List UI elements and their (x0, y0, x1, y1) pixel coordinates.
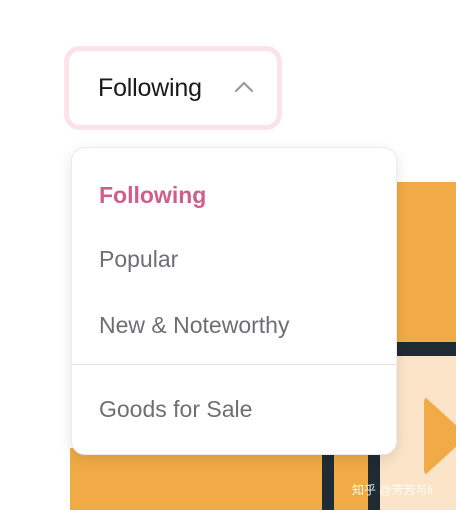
chevron-up-icon (234, 81, 254, 93)
page: Following Following Popular New & Notewo… (0, 0, 456, 510)
feed-dropdown-trigger[interactable]: Following (64, 46, 282, 130)
menu-item-goods-for-sale[interactable]: Goods for Sale (99, 396, 252, 423)
background-artwork-orange-block (396, 182, 456, 342)
play-icon (424, 396, 456, 476)
background-artwork-orange-gap (334, 448, 368, 510)
menu-item-following[interactable]: Following (99, 182, 206, 209)
feed-dropdown-menu: Following Popular New & Noteworthy Goods… (71, 147, 397, 455)
dropdown-selected-label: Following (98, 73, 202, 102)
watermark: 知乎 @芳芳与li (352, 483, 433, 497)
menu-item-new-noteworthy[interactable]: New & Noteworthy (99, 312, 289, 339)
menu-item-popular[interactable]: Popular (99, 246, 178, 273)
menu-divider (72, 364, 396, 365)
background-artwork-orange-strip (70, 448, 322, 510)
background-artwork-dark-post-bottom (322, 448, 334, 510)
